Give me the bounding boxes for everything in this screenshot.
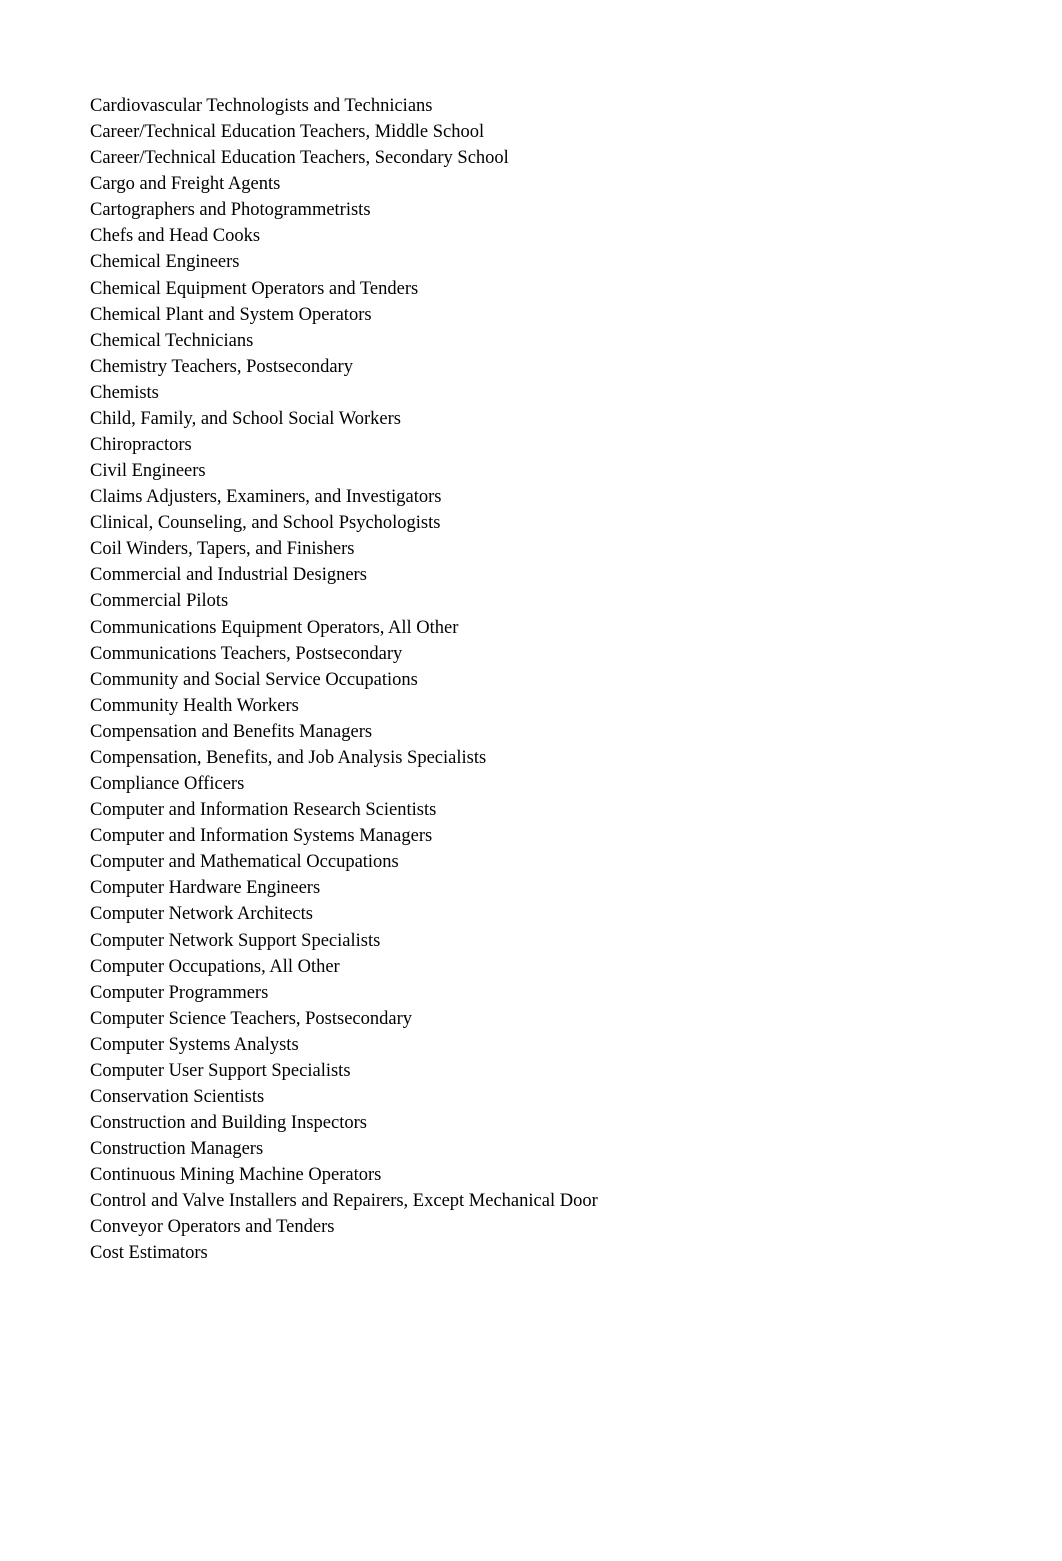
occupation-item: Child, Family, and School Social Workers: [90, 408, 401, 429]
occupation-item: Chemical Plant and System Operators: [90, 304, 372, 325]
occupation-item: Career/Technical Education Teachers, Sec…: [90, 148, 509, 169]
occupation-item: Cartographers and Photogrammetrists: [90, 200, 371, 221]
occupation-item: Commercial and Industrial Designers: [90, 565, 367, 586]
occupation-item: Conservation Scientists: [90, 1086, 265, 1107]
occupation-item: Computer Network Support Specialists: [90, 930, 381, 951]
occupation-item: Commercial Pilots: [90, 591, 229, 612]
occupation-item: Compliance Officers: [90, 774, 245, 795]
occupation-item: Computer Programmers: [90, 982, 269, 1003]
occupation-item: Chefs and Head Cooks: [90, 226, 261, 247]
occupation-item: Cargo and Freight Agents: [90, 174, 281, 195]
occupation-item: Computer and Information Research Scient…: [90, 800, 437, 821]
occupation-item: Career/Technical Education Teachers, Mid…: [90, 122, 485, 143]
occupation-item: Control and Valve Installers and Repaire…: [90, 1191, 598, 1212]
occupation-item: Chemical Equipment Operators and Tenders: [90, 278, 419, 299]
occupation-item: Computer Hardware Engineers: [90, 878, 321, 899]
occupation-item: Chiropractors: [90, 435, 192, 456]
occupation-item: Computer Occupations, All Other: [90, 956, 340, 977]
occupation-item: Computer User Support Specialists: [90, 1060, 351, 1081]
occupation-item: Construction Managers: [90, 1139, 264, 1160]
occupation-list: Cardiovascular Technologists and Technic…: [90, 93, 598, 1267]
occupation-item: Computer and Mathematical Occupations: [90, 852, 399, 873]
occupation-item: Conveyor Operators and Tenders: [90, 1217, 335, 1238]
occupation-item: Coil Winders, Tapers, and Finishers: [90, 539, 355, 560]
occupation-item: Construction and Building Inspectors: [90, 1113, 367, 1134]
occupation-item: Chemistry Teachers, Postsecondary: [90, 356, 353, 377]
occupation-item: Computer Network Architects: [90, 904, 313, 925]
occupation-item: Cardiovascular Technologists and Technic…: [90, 96, 433, 116]
occupation-item: Communications Teachers, Postsecondary: [90, 643, 403, 664]
occupation-item: Computer and Information Systems Manager…: [90, 826, 433, 847]
occupation-item: Civil Engineers: [90, 461, 206, 482]
occupation-item: Compensation and Benefits Managers: [90, 721, 373, 742]
occupation-item: Communications Equipment Operators, All …: [90, 617, 459, 638]
occupation-item: Chemical Technicians: [90, 330, 254, 351]
occupation-item: Continuous Mining Machine Operators: [90, 1165, 382, 1186]
occupation-item: Computer Science Teachers, Postsecondary: [90, 1008, 413, 1029]
occupation-item: Cost Estimators: [90, 1243, 208, 1264]
occupation-item: Clinical, Counseling, and School Psychol…: [90, 513, 441, 534]
occupation-item: Computer Systems Analysts: [90, 1034, 299, 1055]
occupation-item: Chemical Engineers: [90, 252, 240, 273]
occupation-item: Chemists: [90, 382, 159, 403]
occupation-item: Community Health Workers: [90, 695, 299, 716]
occupation-item: Community and Social Service Occupations: [90, 669, 418, 690]
occupation-item: Compensation, Benefits, and Job Analysis…: [90, 747, 487, 768]
occupation-item: Claims Adjusters, Examiners, and Investi…: [90, 487, 442, 508]
